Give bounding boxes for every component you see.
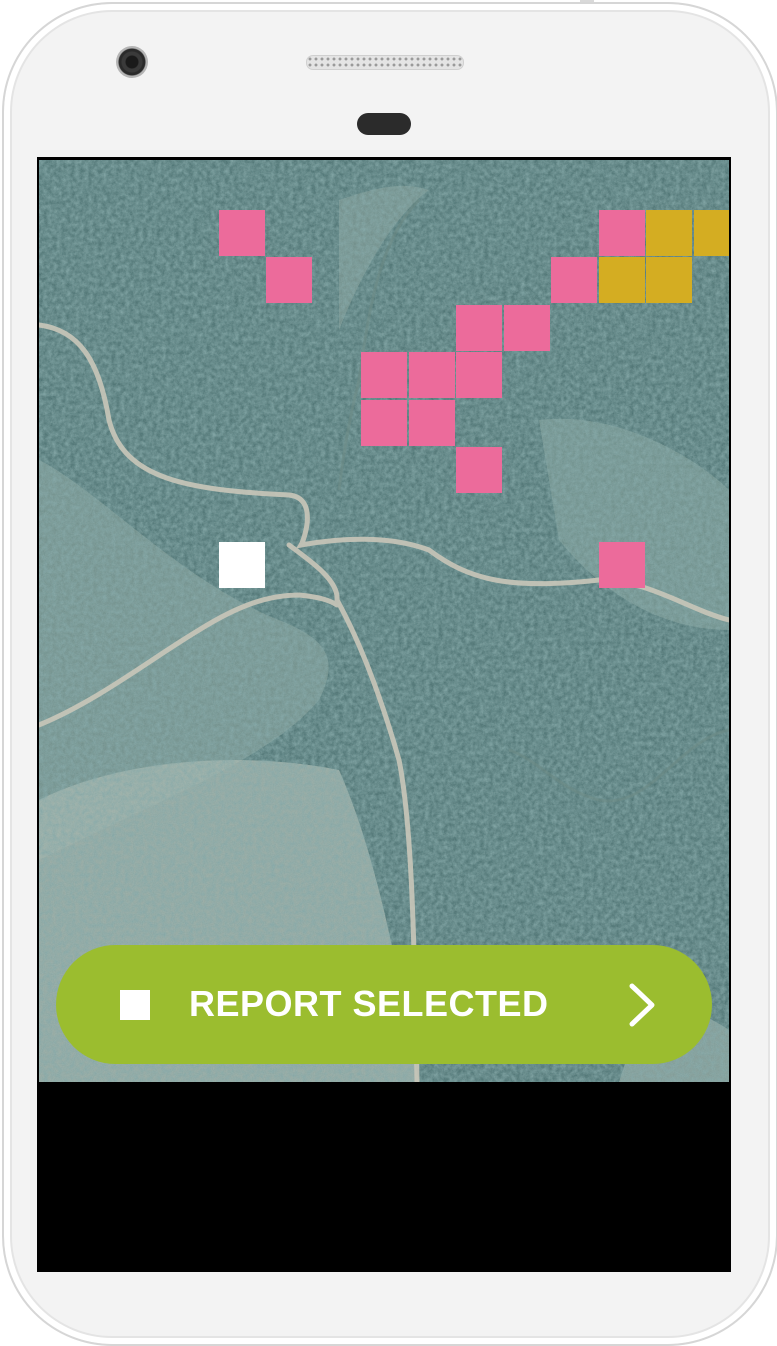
phone-frame: REPORT SELECTED (0, 0, 777, 1346)
map-tile-flagged[interactable] (598, 257, 645, 303)
select-checkbox[interactable] (120, 990, 150, 1020)
map-tile-flagged[interactable] (646, 209, 692, 256)
map-tile-selected[interactable] (408, 399, 455, 446)
report-selected-label: REPORT SELECTED (189, 983, 549, 1024)
map-tile-selected[interactable] (456, 352, 502, 398)
map-tile-selected[interactable] (266, 257, 312, 303)
map-tile-flagged[interactable] (646, 257, 692, 303)
map-tile-selected[interactable] (598, 209, 645, 256)
map-tile-flagged[interactable] (693, 209, 729, 256)
map-tile-selected[interactable] (361, 352, 407, 398)
map-tile-selected[interactable] (503, 304, 550, 351)
map-tile-selected[interactable] (408, 352, 455, 398)
proximity-sensor (357, 113, 411, 135)
map-tile-selected[interactable] (218, 209, 265, 256)
map-tile-selected[interactable] (361, 399, 407, 446)
map-tile-selected[interactable] (551, 257, 597, 303)
tile-grid (39, 160, 729, 1082)
map-tile-current[interactable] (218, 542, 265, 588)
chevron-right-icon (629, 983, 655, 1027)
speaker-grille (306, 55, 464, 70)
screen: REPORT SELECTED (37, 157, 731, 1272)
map-tile-selected[interactable] (456, 304, 502, 351)
report-selected-button[interactable]: REPORT SELECTED (56, 945, 712, 1064)
map-tile-selected[interactable] (598, 542, 645, 588)
satellite-map[interactable] (39, 160, 729, 1082)
map-tile-selected[interactable] (456, 447, 502, 493)
front-camera-icon (116, 46, 148, 78)
